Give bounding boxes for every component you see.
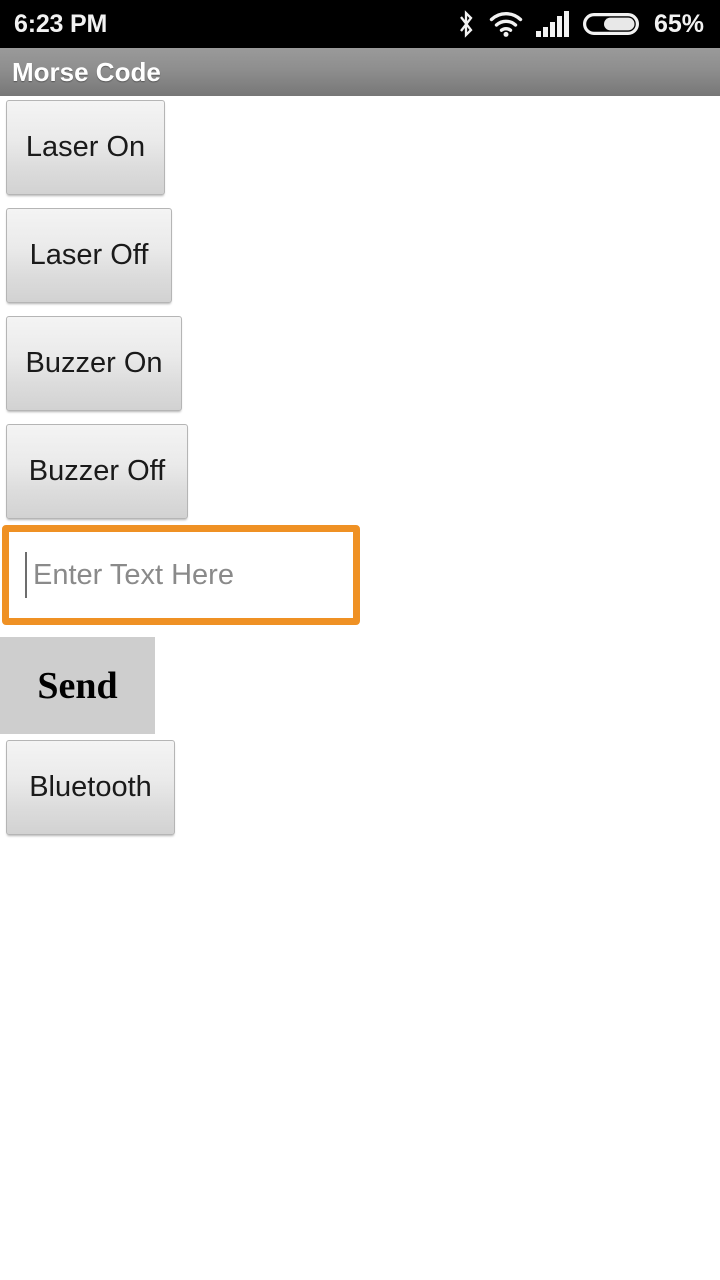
buzzer-on-button[interactable]: Buzzer On — [6, 316, 182, 411]
status-bar: 6:23 PM 65% — [0, 0, 720, 48]
battery-icon — [582, 10, 639, 38]
bluetooth-button-label: Bluetooth — [29, 771, 152, 803]
buzzer-off-button[interactable]: Buzzer Off — [6, 424, 188, 519]
laser-on-button[interactable]: Laser On — [6, 100, 165, 195]
wifi-icon — [489, 10, 523, 38]
bluetooth-button[interactable]: Bluetooth — [6, 740, 175, 835]
action-bar: Morse Code — [0, 48, 720, 96]
send-button-label: Send — [37, 664, 118, 707]
buzzer-on-button-label: Buzzer On — [25, 347, 163, 379]
message-text-input-placeholder: Enter Text Here — [33, 558, 234, 591]
laser-on-button-label: Laser On — [25, 131, 146, 163]
buzzer-off-button-label: Buzzer Off — [28, 455, 166, 487]
app-title: Morse Code — [12, 57, 161, 87]
laser-off-button-label: Laser Off — [29, 239, 149, 271]
laser-off-button[interactable]: Laser Off — [6, 208, 172, 303]
text-cursor — [25, 552, 27, 598]
status-bar-icon-group: 65% — [456, 9, 704, 39]
send-button[interactable]: Send — [0, 637, 155, 734]
cellular-signal-icon — [535, 10, 570, 38]
bluetooth-icon — [456, 9, 476, 39]
status-bar-clock: 6:23 PM — [14, 9, 108, 38]
main-content: Laser On Laser Off Buzzer On Buzzer Off … — [0, 96, 720, 1280]
message-text-input[interactable]: Enter Text Here — [2, 525, 360, 625]
battery-percent-label: 65% — [653, 9, 704, 38]
